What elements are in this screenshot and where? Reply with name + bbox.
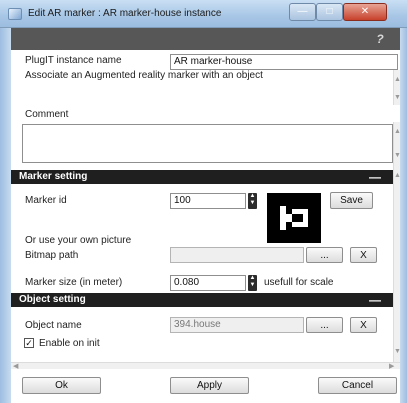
- enable-on-init-label: Enable on init: [39, 338, 100, 349]
- scroll-left-icon[interactable]: ◀: [13, 362, 18, 370]
- close-button[interactable]: ✕: [343, 3, 387, 21]
- marker-setting-header[interactable]: Marker setting: [11, 170, 394, 184]
- maximize-icon: □: [326, 6, 333, 17]
- scroll-down-icon[interactable]: ▼: [394, 152, 401, 159]
- object-setting-collapse-button[interactable]: —: [369, 294, 381, 306]
- marker-size-hint: usefull for scale: [264, 277, 334, 288]
- object-name-input[interactable]: 394.house: [170, 317, 304, 333]
- horizontal-scrollbar[interactable]: ◀ ▶: [11, 362, 400, 370]
- ok-button[interactable]: Ok: [22, 377, 101, 394]
- scroll-down-icon[interactable]: ▼: [394, 94, 401, 101]
- scroll-up-icon[interactable]: ▲: [394, 128, 401, 135]
- object-clear-button[interactable]: X: [350, 317, 377, 333]
- object-browse-button[interactable]: ...: [306, 317, 343, 333]
- object-name-label: Object name: [25, 320, 82, 331]
- marker-id-input[interactable]: 100: [170, 193, 246, 209]
- marker-size-input[interactable]: 0.080: [170, 275, 246, 291]
- window-title: Edit AR marker : AR marker-house instanc…: [28, 8, 222, 19]
- instance-name-input[interactable]: AR marker-house: [170, 54, 398, 70]
- scroll-up-icon[interactable]: ▲: [394, 172, 401, 179]
- object-setting-header[interactable]: Object setting: [11, 293, 394, 307]
- instance-description: Associate an Augmented reality marker wi…: [25, 70, 263, 81]
- bitmap-path-label: Bitmap path: [25, 250, 79, 261]
- checkbox-icon[interactable]: ✓: [24, 338, 34, 348]
- instance-name-label: PlugIT instance name: [25, 55, 122, 66]
- bitmap-clear-button[interactable]: X: [350, 247, 377, 263]
- description-scrollbar[interactable]: ▲ ▼: [393, 70, 401, 105]
- comment-label: Comment: [25, 109, 69, 120]
- comment-textarea[interactable]: [22, 124, 393, 163]
- save-button[interactable]: Save: [330, 192, 373, 209]
- object-setting-title: Object setting: [19, 294, 86, 305]
- help-toolbar: [11, 28, 400, 50]
- spin-updown-icon[interactable]: ▲ ▼: [248, 193, 257, 209]
- minimize-icon: —: [297, 6, 308, 17]
- scroll-right-icon[interactable]: ▶: [389, 362, 394, 370]
- window-frame-left: [0, 28, 11, 403]
- bitmap-browse-button[interactable]: ...: [306, 247, 343, 263]
- spin-updown-icon[interactable]: ▲ ▼: [248, 275, 257, 291]
- close-icon: ✕: [360, 6, 370, 17]
- apply-button[interactable]: Apply: [170, 377, 249, 394]
- marker-preview-image: [267, 193, 321, 243]
- comment-scrollbar[interactable]: ▲ ▼: [393, 122, 401, 166]
- marker-setting-title: Marker setting: [19, 171, 88, 182]
- cancel-button[interactable]: Cancel: [318, 377, 397, 394]
- scroll-down-icon[interactable]: ▼: [394, 348, 401, 355]
- app-icon: [8, 8, 22, 20]
- marker-id-label: Marker id: [25, 195, 67, 206]
- marker-setting-collapse-button[interactable]: —: [369, 171, 381, 183]
- minimize-button[interactable]: —: [289, 3, 316, 21]
- scroll-up-icon[interactable]: ▲: [394, 76, 401, 83]
- own-picture-label: Or use your own picture: [25, 235, 132, 246]
- bitmap-path-input[interactable]: [170, 247, 304, 263]
- marker-size-label: Marker size (in meter): [25, 277, 123, 288]
- maximize-button[interactable]: □: [316, 3, 343, 21]
- main-scrollbar[interactable]: ▲ ▼: [393, 166, 401, 362]
- help-icon[interactable]: ?: [373, 32, 387, 46]
- window-frame-right: [400, 28, 407, 403]
